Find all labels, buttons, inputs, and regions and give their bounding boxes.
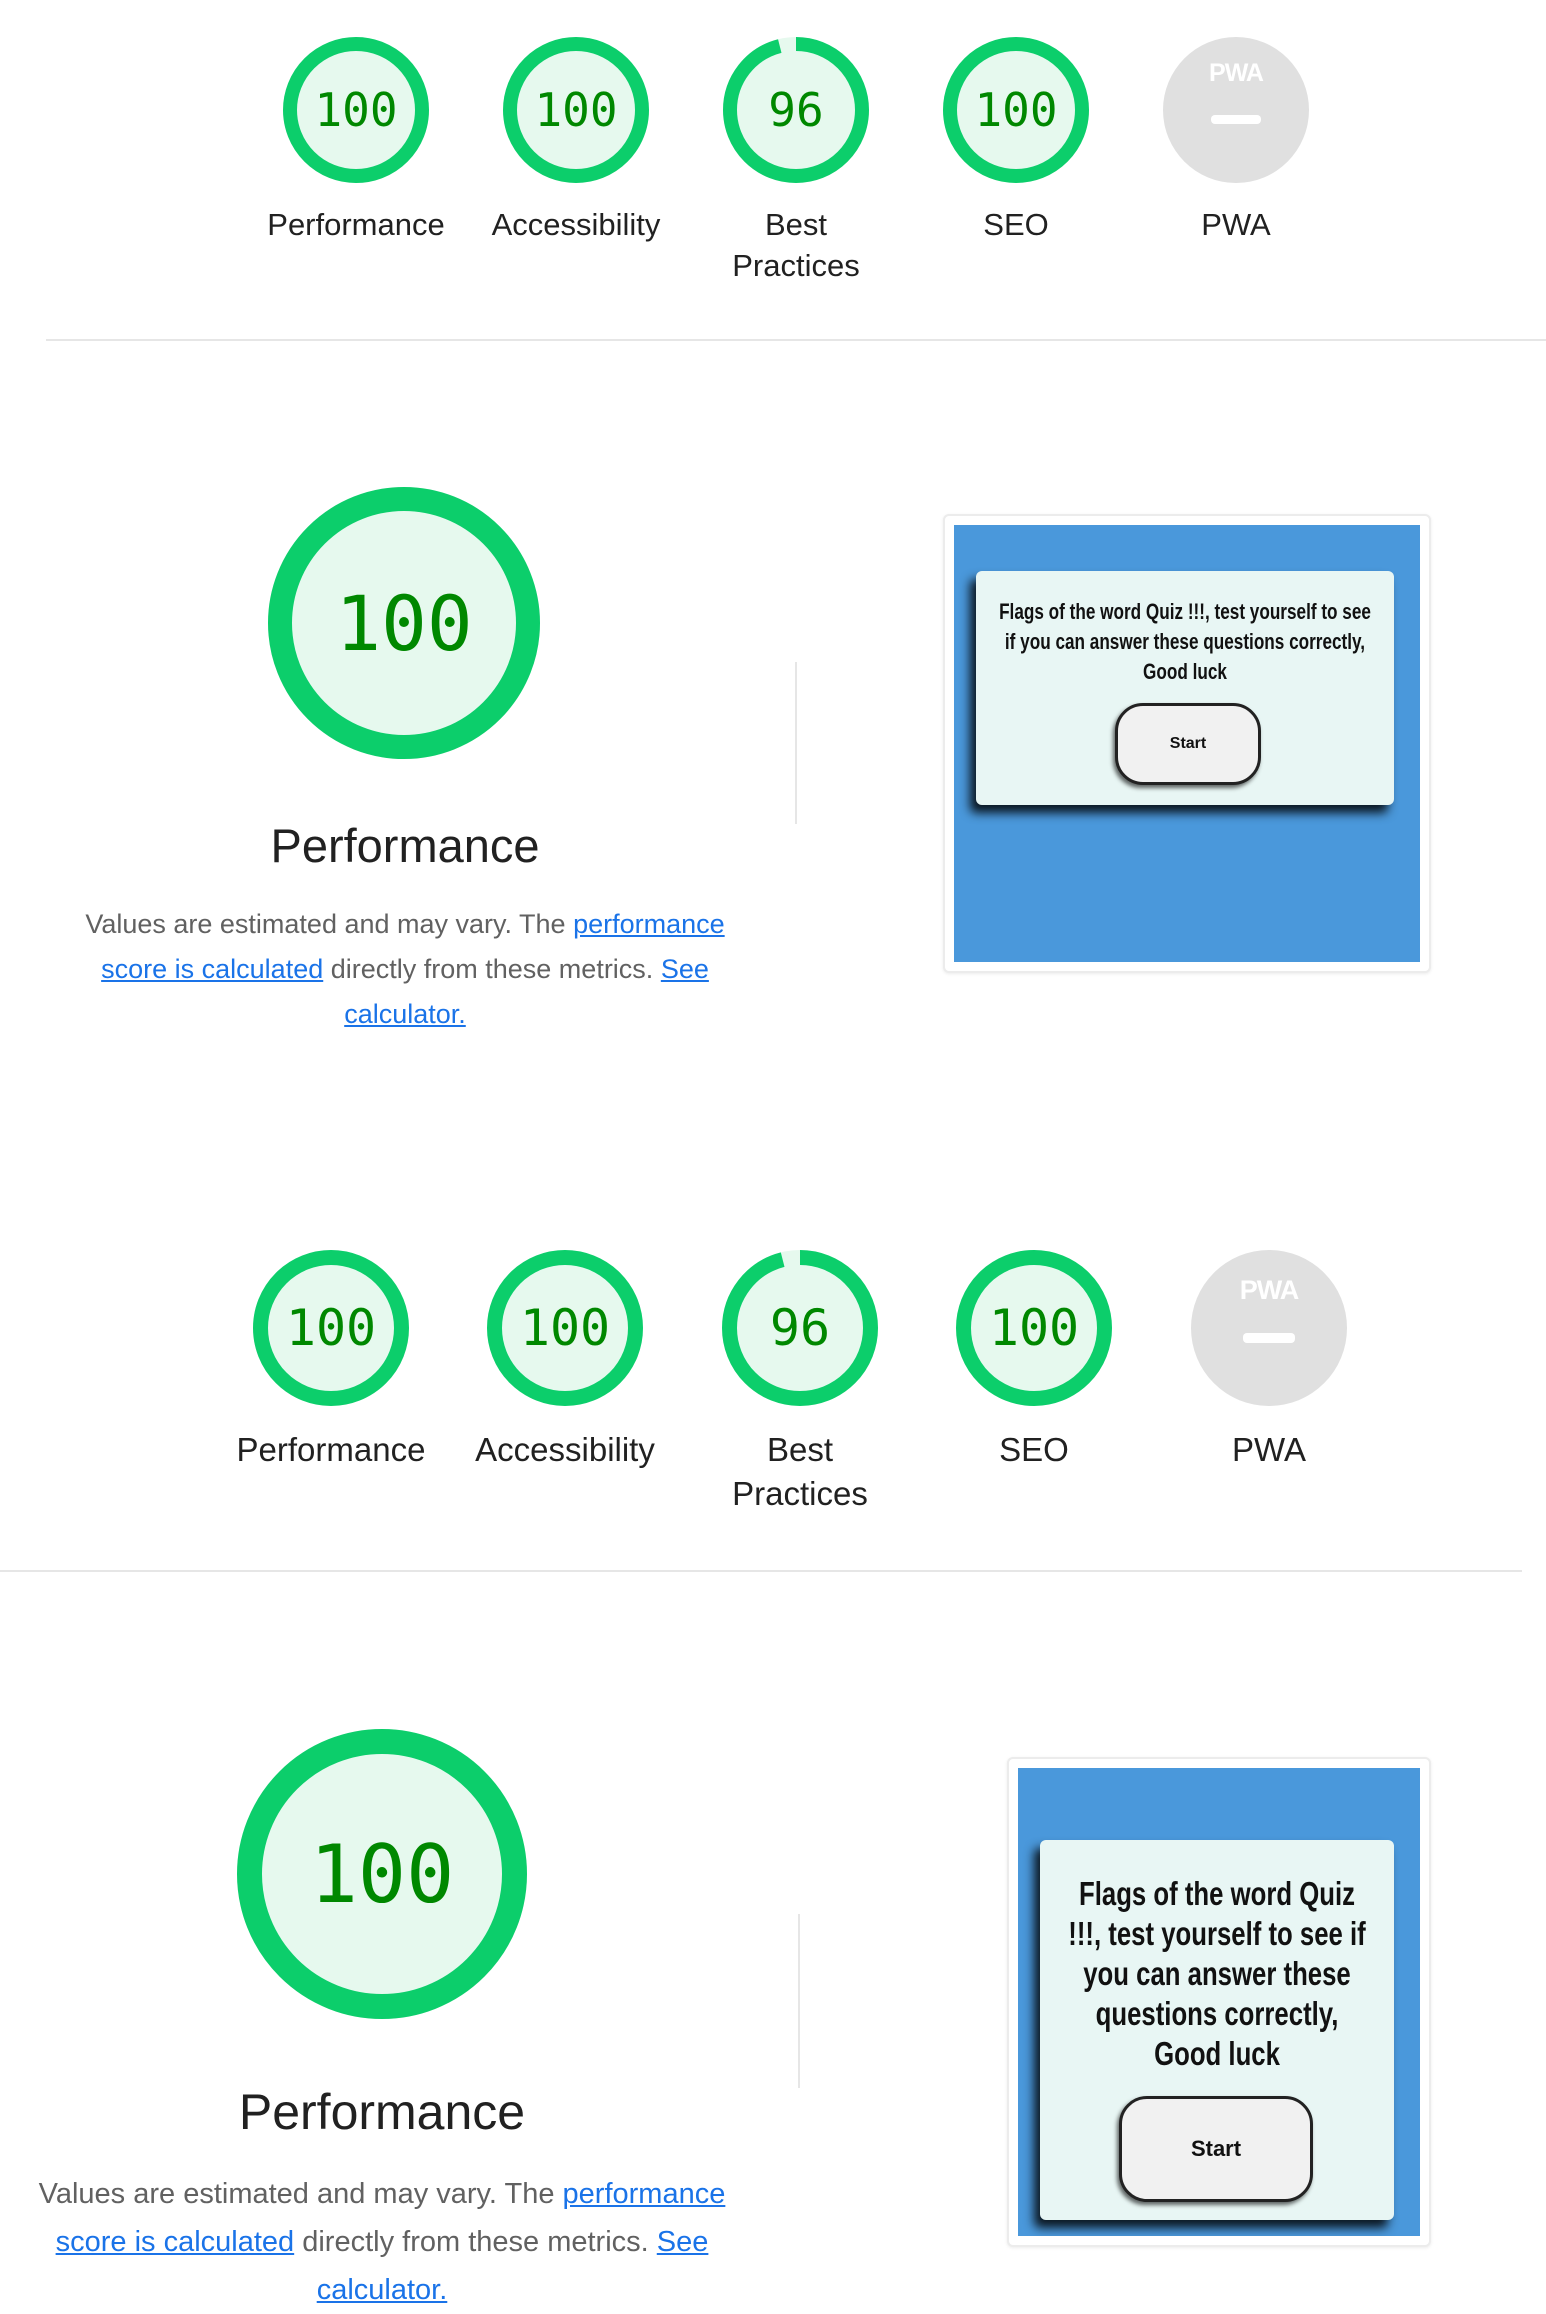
gauge-label-accessibility: Accessibility [491,207,661,242]
gauge-seo[interactable]: 100 [943,37,1089,183]
pwa-dash-icon [1211,115,1261,124]
quiz-intro-text: Flags of the word Quiz !!!, test yoursel… [1068,1875,1366,2072]
gauge-accessibility[interactable]: 100 [487,1250,643,1406]
gauge-seo[interactable]: 100 [956,1250,1112,1406]
gauge-score: 100 [335,578,473,668]
gauge-label-seo: SEO [983,207,1049,242]
desc-text: directly from these metrics. [294,2226,657,2258]
desc-text: Values are estimated and may vary. The [85,909,574,939]
quiz-card: Flags of the word Quiz !!!, test yoursel… [1040,1840,1394,2220]
quiz-intro-text: Flags of the word Quiz !!!, test yoursel… [999,599,1371,684]
gauge-label-accessibility: Accessibility [475,1431,655,1468]
perf-title: Performance [238,2084,526,2140]
final-screenshot[interactable]: Flags of the word Quiz !!!, test yoursel… [1007,1757,1431,2247]
final-screenshot[interactable]: Flags of the word Quiz !!!, test yoursel… [943,514,1431,973]
quiz-card: Flags of the word Quiz !!!, test yoursel… [976,571,1394,805]
divider [0,1570,1522,1572]
divider [798,1914,800,2088]
gauge-performance[interactable]: 100 [253,1250,409,1406]
start-button[interactable]: Start [1119,2096,1313,2202]
gauge-performance[interactable]: 100 [283,37,429,183]
pwa-badge[interactable]: PWA [1191,1250,1347,1406]
start-button[interactable]: Start [1115,703,1261,785]
gauge-score: 100 [534,83,618,137]
gauge-label-best-practices: Best Practices [732,207,860,283]
gauge-accessibility[interactable]: 100 [503,37,649,183]
gauge-label-seo: SEO [999,1431,1069,1468]
gauge-performance-large: 100 [237,1729,527,2019]
gauge-label-best-practices: Best Practices [732,1431,868,1512]
gauge-label-pwa: PWA [1201,207,1271,242]
gauge-score: 100 [309,1827,455,1921]
divider [46,339,1546,341]
gauge-score: 100 [285,1299,377,1357]
perf-title: Performance [270,819,540,872]
gauge-label-performance: Performance [236,1431,426,1468]
pwa-dash-icon [1243,1333,1295,1343]
gauge-label-pwa: PWA [1232,1431,1306,1468]
gauge-score: 100 [314,83,398,137]
pwa-badge-text: PWA [1239,1275,1300,1305]
perf-description: Values are estimated and may vary. The p… [22,2170,742,2314]
gauge-best-practices[interactable]: 96 [722,1250,878,1406]
gauge-score: 100 [988,1299,1080,1357]
desc-text: directly from these metrics. [323,954,661,984]
gauge-score: 96 [769,1299,831,1357]
gauge-score: 96 [768,83,824,137]
pwa-badge-text: PWA [1209,59,1264,87]
screenshot-background: Flags of the word Quiz !!!, test yoursel… [954,525,1420,962]
perf-description: Values are estimated and may vary. The p… [60,902,750,1037]
divider [795,662,797,824]
gauge-best-practices[interactable]: 96 [723,37,869,183]
gauge-score: 100 [974,83,1058,137]
desc-text: Values are estimated and may vary. The [38,2178,563,2210]
pwa-badge[interactable]: PWA [1163,37,1309,183]
gauge-performance-large: 100 [268,487,540,759]
screenshot-background: Flags of the word Quiz !!!, test yoursel… [1018,1768,1420,2236]
gauge-label-performance: Performance [267,207,445,242]
gauge-score: 100 [519,1299,611,1357]
